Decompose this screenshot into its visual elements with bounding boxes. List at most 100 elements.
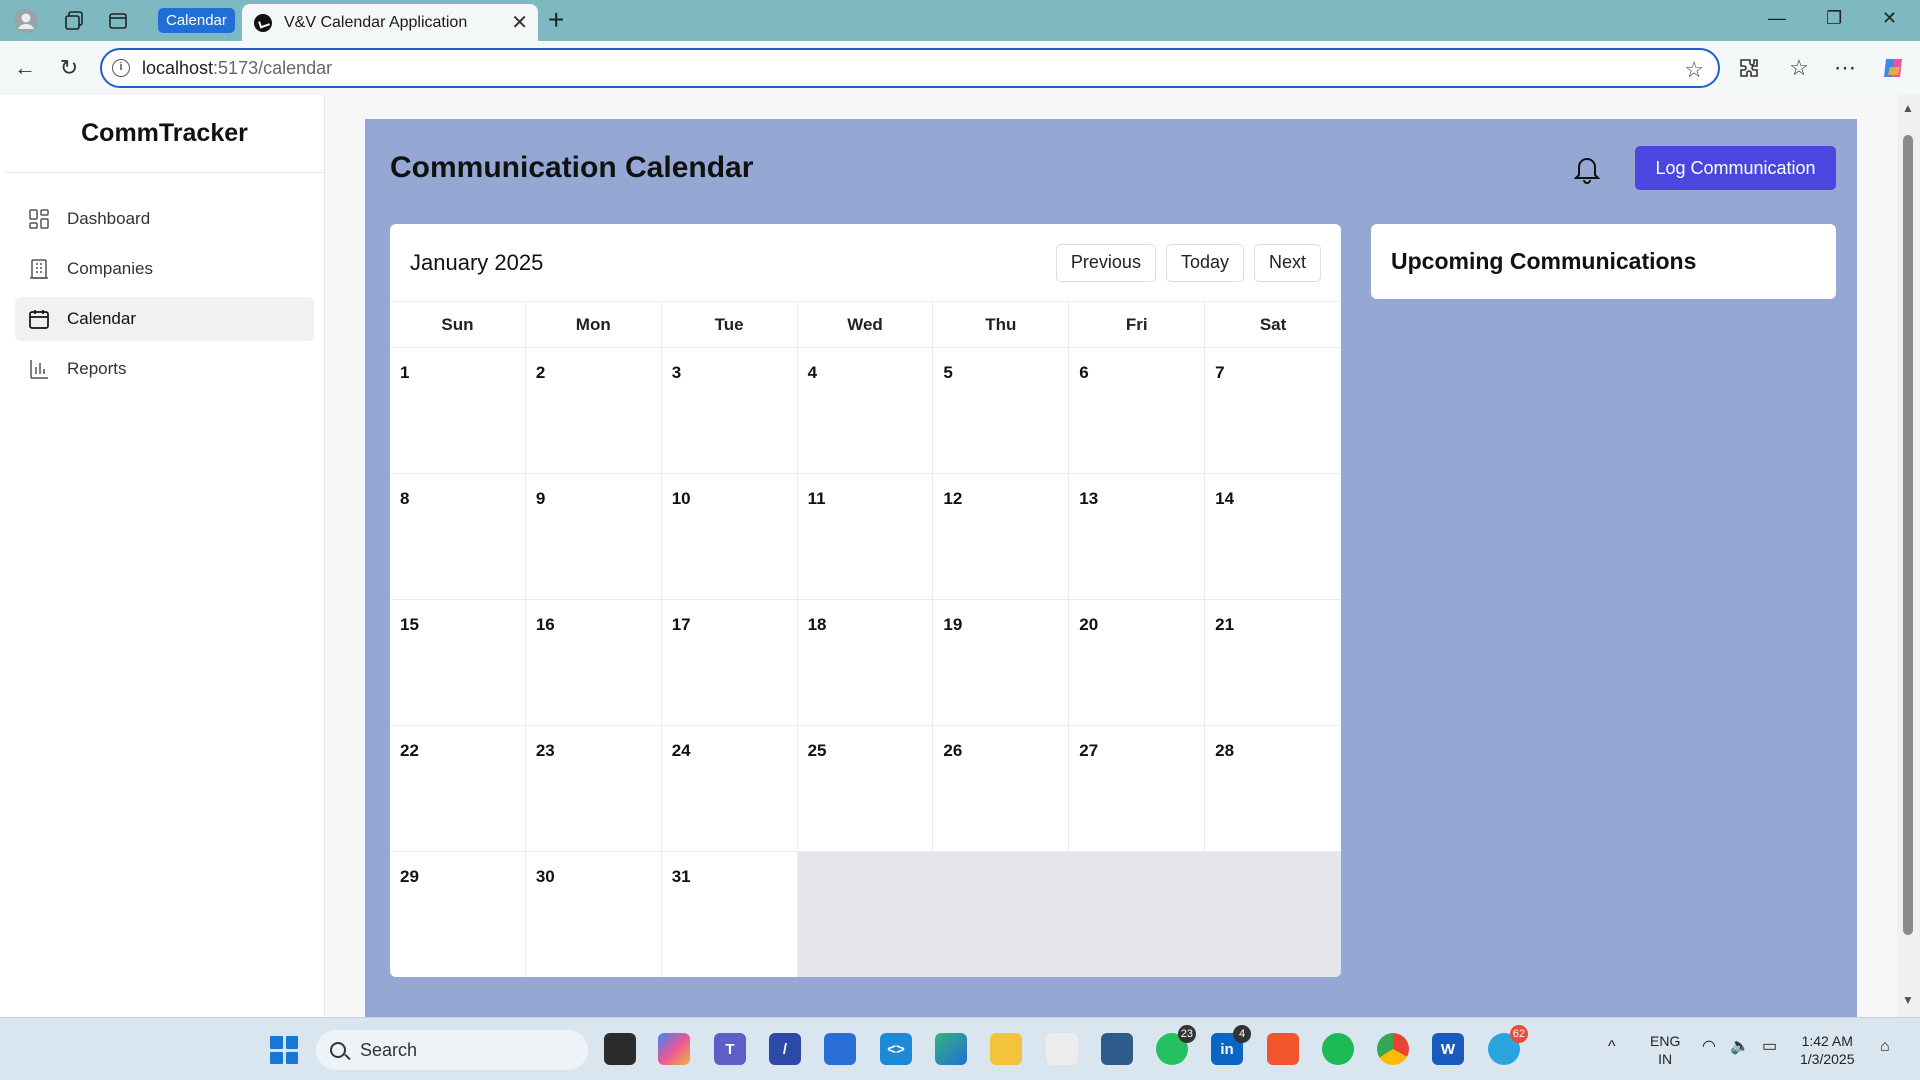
- next-button[interactable]: Next: [1253, 243, 1321, 282]
- weekday-label: Tue: [662, 302, 798, 347]
- volume-icon[interactable]: 🔈: [1730, 1038, 1750, 1056]
- day-cell[interactable]: 22: [390, 726, 526, 852]
- editor-app-icon[interactable]: /: [769, 1033, 801, 1065]
- tab-group-calendar[interactable]: Calendar: [158, 8, 235, 33]
- sidebar-item-dashboard[interactable]: Dashboard: [15, 197, 314, 241]
- sidebar-item-companies[interactable]: Companies: [15, 247, 314, 291]
- store-icon[interactable]: [824, 1033, 856, 1065]
- day-cell[interactable]: 6: [1069, 348, 1206, 474]
- day-cell[interactable]: 29: [390, 852, 526, 977]
- day-cell[interactable]: 24: [661, 726, 798, 852]
- previous-button[interactable]: Previous: [1055, 243, 1156, 282]
- scrollbar-thumb[interactable]: [1903, 135, 1913, 935]
- windows-start-icon[interactable]: [270, 1036, 298, 1064]
- calendar-card: January 2025 Previous Today Next Sun Mon…: [390, 224, 1341, 977]
- empty-day-cell: [797, 852, 1341, 977]
- day-cell[interactable]: 31: [662, 852, 798, 977]
- day-cell[interactable]: 9: [525, 474, 662, 600]
- day-cell[interactable]: 4: [797, 348, 934, 474]
- day-cell[interactable]: 3: [661, 348, 798, 474]
- scroll-up-arrow-icon[interactable]: ▲: [1902, 101, 1914, 115]
- word-icon[interactable]: W: [1432, 1033, 1464, 1065]
- today-button[interactable]: Today: [1165, 243, 1244, 282]
- close-window-icon[interactable]: ✕: [1882, 8, 1897, 29]
- workspaces-icon[interactable]: [60, 7, 88, 35]
- day-cell[interactable]: 10: [661, 474, 798, 600]
- vscode-icon[interactable]: <>: [880, 1033, 912, 1065]
- sidebar-item-reports[interactable]: Reports: [15, 347, 314, 391]
- day-cell[interactable]: 13: [1069, 474, 1206, 600]
- app-viewport: CommTracker Dashboard Companies Calendar: [5, 95, 1900, 1017]
- upcoming-title: Upcoming Communications: [1391, 248, 1697, 274]
- task-view-icon[interactable]: [604, 1033, 636, 1065]
- brave-icon[interactable]: [1267, 1033, 1299, 1065]
- clock[interactable]: 1:42 AM 1/3/2025: [1800, 1032, 1855, 1068]
- day-cell[interactable]: 15: [390, 600, 526, 726]
- day-cell[interactable]: 8: [390, 474, 526, 600]
- day-cell[interactable]: 19: [933, 600, 1070, 726]
- profile-icon[interactable]: [12, 7, 40, 35]
- day-cell[interactable]: 25: [797, 726, 934, 852]
- day-cell[interactable]: 21: [1205, 600, 1341, 726]
- telegram-icon[interactable]: 62: [1488, 1025, 1528, 1065]
- day-cell[interactable]: 1: [390, 348, 526, 474]
- taskbar-search[interactable]: Search: [316, 1030, 588, 1070]
- notification-bell-icon[interactable]: [1572, 153, 1602, 185]
- more-menu-icon[interactable]: ⋯: [1830, 53, 1860, 83]
- day-cell[interactable]: 18: [797, 600, 934, 726]
- favorite-star-icon[interactable]: ☆: [1684, 57, 1704, 83]
- language-region: IN: [1658, 1051, 1673, 1067]
- new-tab-icon[interactable]: +: [548, 6, 564, 34]
- address-bar[interactable]: i localhost:5173/calendar ☆: [100, 48, 1720, 88]
- language-indicator[interactable]: ENG IN: [1650, 1032, 1680, 1068]
- minimize-icon[interactable]: —: [1768, 8, 1786, 29]
- sidebar-item-calendar[interactable]: Calendar: [15, 297, 314, 341]
- copilot-icon[interactable]: [1878, 53, 1908, 83]
- notifications-icon[interactable]: ⌂: [1880, 1038, 1890, 1056]
- mysql-icon[interactable]: [1101, 1033, 1133, 1065]
- day-cell[interactable]: 27: [1069, 726, 1206, 852]
- spotify-icon[interactable]: [1322, 1033, 1354, 1065]
- teams-icon[interactable]: T: [714, 1033, 746, 1065]
- calendar-grid: 1 2 3 4 5 6 7 8 9 10 11 12 13 14 15 16 1…: [390, 348, 1341, 977]
- day-cell[interactable]: 17: [661, 600, 798, 726]
- file-explorer-icon[interactable]: [990, 1033, 1022, 1065]
- day-cell[interactable]: 16: [525, 600, 662, 726]
- building-icon: [27, 257, 51, 281]
- reload-icon[interactable]: ↻: [54, 53, 84, 83]
- day-cell[interactable]: 11: [797, 474, 934, 600]
- python-file-icon[interactable]: [1046, 1033, 1078, 1065]
- extensions-icon[interactable]: [1734, 53, 1764, 83]
- restore-icon[interactable]: ❐: [1826, 8, 1842, 29]
- scroll-down-arrow-icon[interactable]: ▼: [1902, 993, 1914, 1007]
- day-cell[interactable]: 12: [933, 474, 1070, 600]
- site-info-icon[interactable]: i: [112, 59, 130, 77]
- upcoming-communications-panel: Upcoming Communications: [1371, 224, 1836, 299]
- edge-icon[interactable]: [935, 1033, 967, 1065]
- telegram-badge: 62: [1509, 1025, 1528, 1043]
- wifi-icon[interactable]: ◠: [1702, 1038, 1716, 1056]
- day-cell[interactable]: 23: [525, 726, 662, 852]
- day-cell[interactable]: 30: [526, 852, 662, 977]
- day-cell[interactable]: 26: [933, 726, 1070, 852]
- linkedin-icon[interactable]: in 4: [1211, 1025, 1251, 1065]
- vertical-tabs-icon[interactable]: [104, 7, 132, 35]
- chrome-icon[interactable]: [1377, 1033, 1409, 1065]
- back-icon[interactable]: ←: [10, 53, 40, 83]
- tab-close-icon[interactable]: ✕: [511, 10, 528, 35]
- day-cell[interactable]: 5: [933, 348, 1070, 474]
- day-cell[interactable]: 2: [525, 348, 662, 474]
- browser-tab-active[interactable]: V&V Calendar Application ✕: [242, 4, 538, 41]
- day-cell[interactable]: 20: [1069, 600, 1206, 726]
- copilot-app-icon[interactable]: [658, 1033, 690, 1065]
- url-text: localhost:5173/calendar: [142, 58, 332, 79]
- page-scrollbar[interactable]: ▲ ▼: [1897, 95, 1920, 1017]
- battery-icon[interactable]: ▭: [1762, 1038, 1777, 1056]
- log-communication-button[interactable]: Log Communication: [1635, 146, 1836, 190]
- tray-chevron-icon[interactable]: ^: [1608, 1038, 1616, 1056]
- day-cell[interactable]: 14: [1205, 474, 1341, 600]
- day-cell[interactable]: 7: [1205, 348, 1341, 474]
- whatsapp-icon[interactable]: 23: [1156, 1025, 1196, 1065]
- favorites-icon[interactable]: ☆: [1784, 53, 1814, 83]
- day-cell[interactable]: 28: [1205, 726, 1341, 852]
